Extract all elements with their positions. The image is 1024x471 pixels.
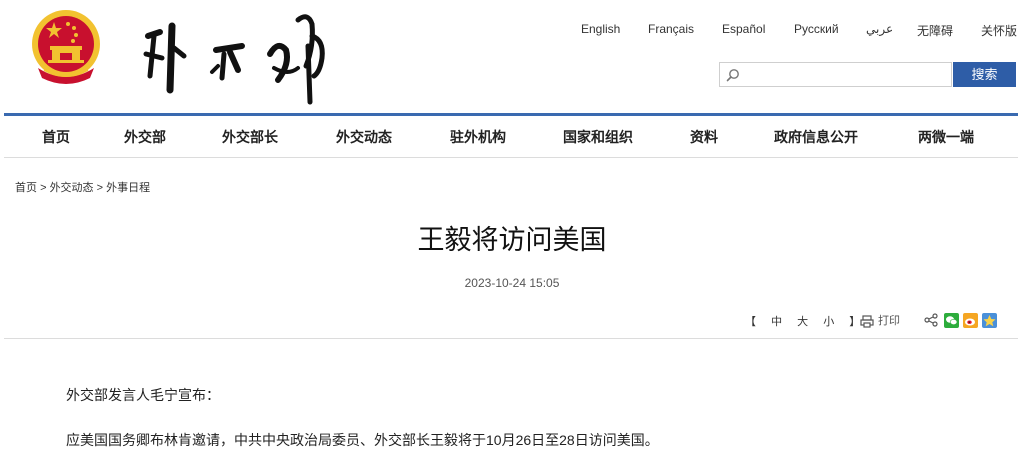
national-emblem-logo[interactable] (30, 8, 102, 84)
lang-french-link[interactable]: Français (648, 22, 694, 36)
nav-item-missions-abroad[interactable]: 驻外机构 (450, 127, 506, 147)
nav-item-social-media[interactable]: 两微一端 (918, 127, 974, 147)
nav-item-minister[interactable]: 外交部长 (222, 127, 278, 147)
weibo-icon[interactable] (963, 313, 978, 328)
nav-item-countries-orgs[interactable]: 国家和组织 (563, 127, 633, 147)
breadcrumb: 首页 > 外交动态 > 外事日程 (15, 179, 150, 195)
print-label: 打印 (878, 315, 900, 327)
breadcrumb-home[interactable]: 首页 (15, 182, 37, 194)
page-title: 王毅将访问美国 (417, 225, 607, 255)
breadcrumb-separator: > (40, 182, 47, 194)
breadcrumb-separator: > (96, 182, 104, 194)
nav-item-home[interactable]: 首页 (42, 127, 70, 147)
lang-arabic-link[interactable]: عربي (866, 22, 893, 36)
publish-datetime: 2023-10-24 15:05 (464, 276, 560, 290)
share-icon[interactable] (924, 313, 938, 327)
qzone-icon[interactable] (982, 313, 997, 328)
article-paragraph: 外交部发言人毛宁宣布： (66, 387, 220, 403)
search-input[interactable] (744, 65, 948, 86)
font-size-large-button[interactable]: 中 (771, 316, 782, 328)
main-nav: 首页 外交部 外交部长 外交动态 驻外机构 国家和组织 资料 政府信息公开 两微… (4, 116, 1018, 156)
lang-spanish-link[interactable]: Español (722, 22, 765, 36)
accessibility-link[interactable]: 无障碍 (917, 22, 953, 39)
search-box (719, 62, 952, 87)
search-button[interactable]: 搜索 (953, 62, 1016, 87)
font-size-bracket-close: 】 (849, 316, 861, 328)
font-size-bracket-open: 【 (745, 316, 756, 328)
search-icon (726, 69, 739, 82)
print-button[interactable]: 打印 (860, 312, 900, 328)
wechat-icon[interactable] (944, 313, 959, 328)
font-size-control: 【 中 大 小 】 (745, 313, 872, 329)
nav-item-ministry[interactable]: 外交部 (124, 127, 166, 147)
font-size-small-button[interactable]: 小 (823, 316, 834, 328)
font-size-medium-button[interactable]: 大 (797, 316, 808, 328)
breadcrumb-foreign-affairs-schedule[interactable]: 外事日程 (106, 182, 150, 194)
elderly-care-link[interactable]: 关怀版 (981, 22, 1017, 39)
lang-russian-link[interactable]: Русский (794, 22, 839, 36)
article-paragraph: 应美国国务卿布林肯邀请，中共中央政治局委员、外交部长王毅将于10月26日至28日… (66, 432, 659, 448)
site-header: English Français Español Русский عربي 无障… (0, 0, 1024, 113)
ministry-calligraphy-logo (143, 14, 325, 105)
nav-item-resources[interactable]: 资料 (690, 127, 718, 147)
lang-english-link[interactable]: English (581, 22, 620, 36)
nav-item-diplomatic-news[interactable]: 外交动态 (336, 127, 392, 147)
breadcrumb-diplomatic-news[interactable]: 外交动态 (50, 182, 94, 194)
printer-icon (860, 314, 874, 328)
nav-item-gov-info[interactable]: 政府信息公开 (774, 127, 858, 147)
content-divider (4, 338, 1018, 339)
language-links: English Français Español Русский عربي 无障… (0, 22, 1024, 42)
nav-bottom-rule (4, 157, 1018, 158)
